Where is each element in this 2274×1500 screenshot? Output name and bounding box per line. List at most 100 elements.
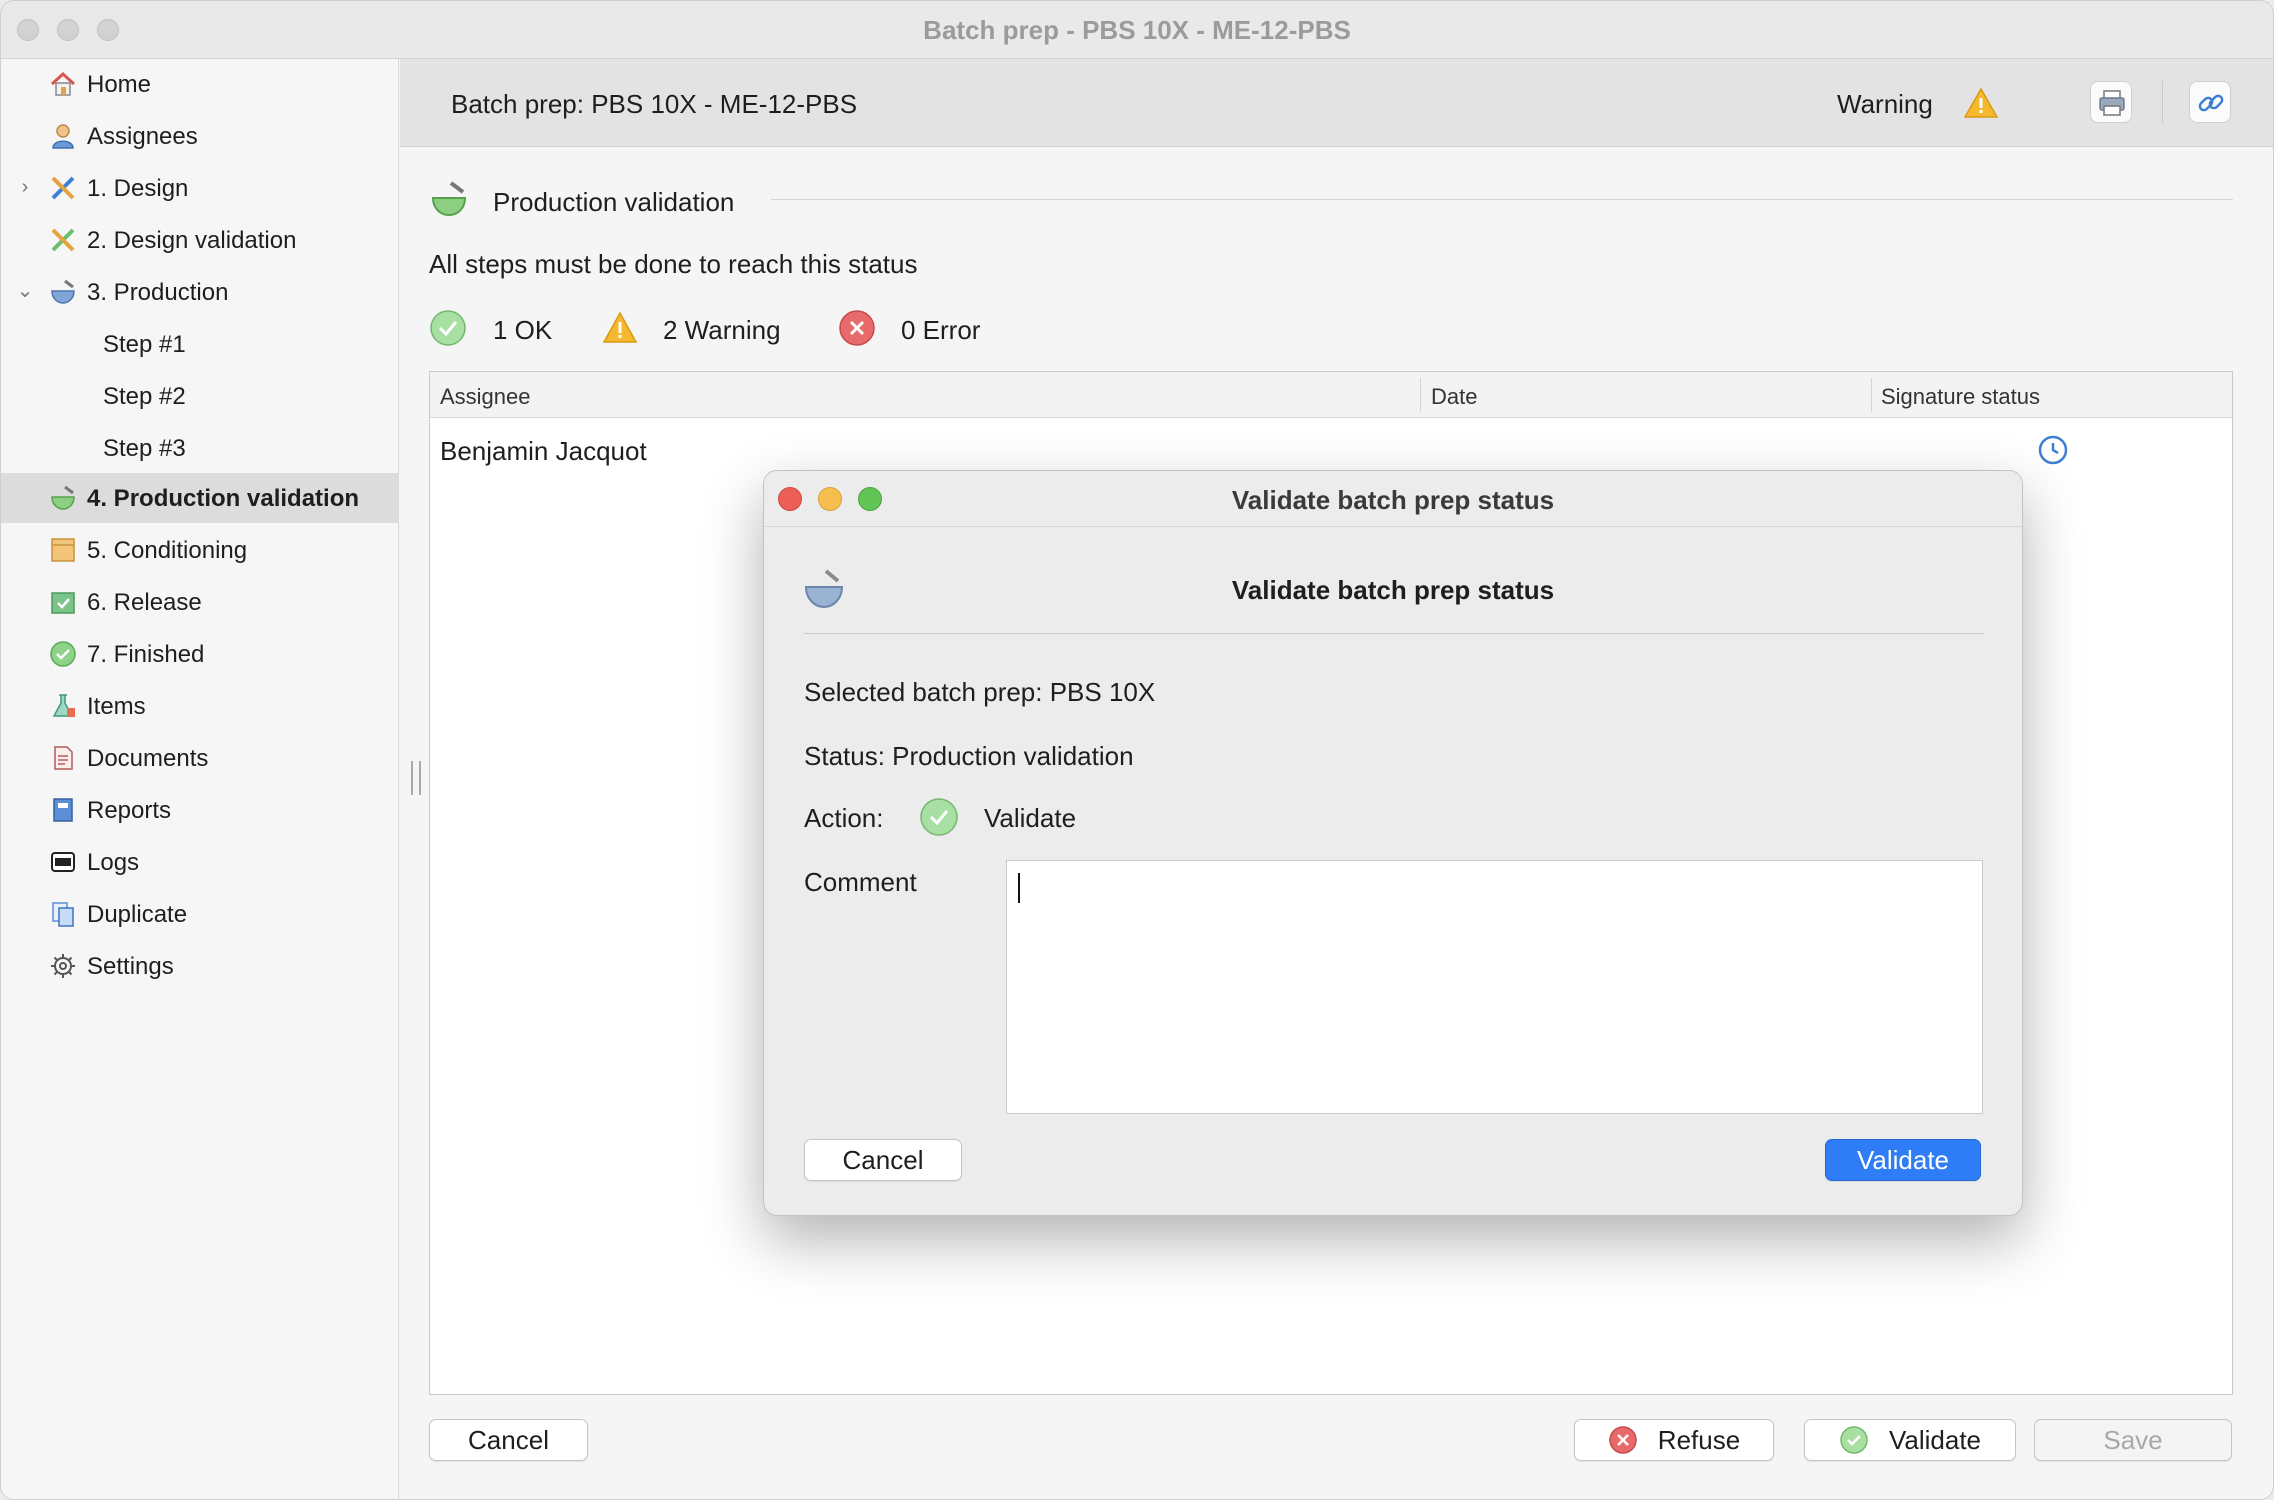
sidebar-item-label: Reports	[87, 797, 172, 824]
sidebar-item-label: Documents	[87, 745, 209, 772]
sidebar-item-label: 5. Conditioning	[87, 537, 248, 564]
sidebar-item-duplicate[interactable]: Duplicate	[1, 889, 399, 939]
sidebar-item-design-validation[interactable]: 2. Design validation	[1, 215, 399, 265]
ok-icon	[920, 798, 958, 836]
sidebar-item-label: Step #2	[103, 383, 186, 410]
section-title: Production validation	[493, 187, 735, 217]
page-header: Batch prep: PBS 10X - ME-12-PBS Warning	[400, 59, 2273, 147]
sidebar-item-label: Logs	[87, 849, 140, 876]
sidebar-item-documents[interactable]: Documents	[1, 733, 399, 783]
warning-count: 2 Warning	[663, 315, 781, 345]
sidebar-item-items[interactable]: Items	[1, 681, 399, 731]
warning-icon	[1963, 87, 1999, 118]
home-icon	[50, 71, 76, 96]
refuse-label: Refuse	[1657, 1424, 1741, 1455]
dialog-title: Validate batch prep status	[1231, 485, 1555, 515]
sidebar-item-production[interactable]: ⌄ 3. Production	[1, 267, 399, 317]
box-icon	[51, 538, 75, 562]
section-description: All steps must be done to reach this sta…	[429, 249, 918, 279]
gear-icon	[51, 954, 75, 978]
person-icon	[52, 124, 74, 149]
column-separator[interactable]	[1871, 378, 1872, 412]
log-icon	[51, 852, 75, 872]
page-title: Batch prep: PBS 10X - ME-12-PBS	[451, 89, 858, 119]
sidebar: Home Assignees › 1. Design 2. Design val…	[1, 59, 399, 1499]
table-header: Assignee Date Signature status	[430, 372, 2232, 418]
sidebar-item-conditioning[interactable]: 5. Conditioning	[1, 525, 399, 575]
mortar-pestle-icon	[51, 279, 75, 304]
sidebar-item-design[interactable]: › 1. Design	[1, 163, 399, 213]
report-book-icon	[53, 798, 73, 822]
mortar-pestle-green-icon	[431, 181, 467, 217]
validate-button[interactable]: Validate	[1804, 1419, 2016, 1461]
sidebar-item-label: Step #3	[103, 435, 186, 462]
refuse-button[interactable]: Refuse	[1574, 1419, 1774, 1461]
dialog-heading: Validate batch prep status	[1231, 575, 1555, 605]
sidebar-item-label: 1. Design	[87, 175, 189, 202]
ok-icon	[430, 310, 466, 346]
sidebar-item-label: Assignees	[87, 123, 198, 150]
assignee-name: Benjamin Jacquot	[440, 436, 647, 466]
validate-label: Validate	[1888, 1424, 1982, 1455]
selected-batch-text: Selected batch prep: PBS 10X	[804, 677, 1156, 707]
sidebar-item-settings[interactable]: Settings	[1, 941, 399, 991]
document-icon	[54, 746, 73, 770]
clock-icon	[2038, 435, 2068, 465]
validate-status-dialog: Validate batch prep status Validate batc…	[763, 470, 2023, 1216]
sidebar-item-label: Home	[87, 71, 152, 98]
save-button[interactable]: Save	[2034, 1419, 2232, 1461]
design-tools-icon	[51, 176, 75, 200]
ok-count: 1 OK	[493, 315, 553, 345]
sidebar-item-label: 3. Production	[87, 279, 229, 306]
app-window: Batch prep - PBS 10X - ME-12-PBS Home As…	[0, 0, 2274, 1500]
action-value: Validate	[984, 803, 1077, 833]
link-icon	[2198, 94, 2224, 112]
section-divider	[771, 199, 2233, 200]
sidebar-item-step-2[interactable]: Step #2	[1, 371, 399, 421]
dialog-cancel-button[interactable]: Cancel	[804, 1139, 962, 1181]
chevron-down-icon[interactable]: ⌄	[13, 279, 37, 303]
sidebar-item-step-3[interactable]: Step #3	[1, 423, 399, 473]
column-header-date[interactable]: Date	[1431, 384, 1477, 410]
sidebar-item-production-validation[interactable]: 4. Production validation	[1, 473, 399, 523]
cancel-button[interactable]: Cancel	[429, 1419, 588, 1461]
column-header-signature-status[interactable]: Signature status	[1881, 384, 2040, 410]
sidebar-item-release[interactable]: 6. Release	[1, 577, 399, 627]
sidebar-item-reports[interactable]: Reports	[1, 785, 399, 835]
sidebar-item-logs[interactable]: Logs	[1, 837, 399, 887]
error-count: 0 Error	[901, 315, 981, 345]
sidebar-item-label: Duplicate	[87, 901, 188, 928]
link-button[interactable]	[2189, 81, 2231, 123]
dialog-divider	[804, 633, 1984, 634]
sidebar-item-assignees[interactable]: Assignees	[1, 111, 399, 161]
sidebar-item-label: 2. Design validation	[87, 227, 297, 254]
dialog-validate-button[interactable]: Validate	[1825, 1139, 1981, 1181]
sidebar-item-finished[interactable]: 7. Finished	[1, 629, 399, 679]
sidebar-item-label: Step #1	[103, 331, 186, 358]
header-separator	[2162, 81, 2163, 123]
sidebar-item-step-1[interactable]: Step #1	[1, 319, 399, 369]
window-title: Batch prep - PBS 10X - ME-12-PBS	[923, 15, 1351, 45]
printer-icon	[2099, 90, 2125, 116]
sidebar-item-label: 7. Finished	[87, 641, 205, 668]
mortar-pestle-green-icon	[51, 485, 75, 510]
ok-icon	[1840, 1426, 1868, 1454]
comment-label: Comment	[804, 867, 917, 897]
action-label: Action:	[804, 803, 884, 833]
chevron-right-icon[interactable]: ›	[13, 175, 37, 199]
design-tools-green-icon	[51, 228, 75, 252]
release-box-icon	[51, 592, 75, 614]
sidebar-item-label: Items	[87, 693, 146, 720]
column-separator[interactable]	[1420, 378, 1421, 412]
sidebar-item-home[interactable]: Home	[1, 59, 399, 109]
column-header-assignee[interactable]: Assignee	[440, 384, 531, 410]
flask-icon	[52, 694, 75, 717]
dialog-titlebar: Validate batch prep status	[764, 471, 2022, 527]
print-button[interactable]	[2090, 81, 2132, 123]
error-icon	[839, 310, 875, 346]
window-titlebar: Batch prep - PBS 10X - ME-12-PBS	[1, 1, 2273, 59]
sidebar-item-label: 6. Release	[87, 589, 202, 616]
split-view-handle[interactable]	[411, 761, 421, 795]
comment-textarea[interactable]	[1006, 860, 1983, 1114]
status-text: Status: Production validation	[804, 741, 1134, 771]
